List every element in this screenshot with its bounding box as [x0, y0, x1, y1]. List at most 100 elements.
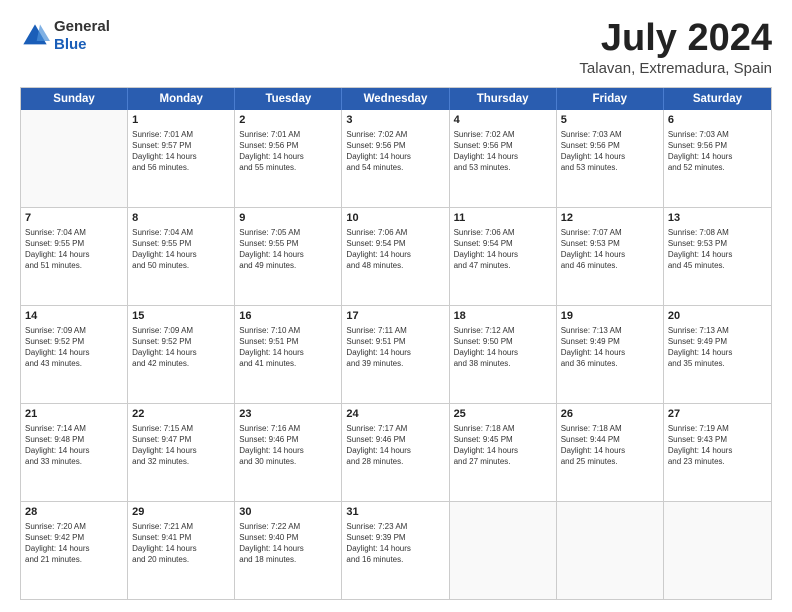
day-number: 18 — [454, 309, 552, 324]
calendar-cell: 13Sunrise: 7:08 AM Sunset: 9:53 PM Dayli… — [664, 208, 771, 305]
day-number: 9 — [239, 211, 337, 226]
cell-info: Sunrise: 7:23 AM Sunset: 9:39 PM Dayligh… — [346, 521, 444, 566]
calendar-cell: 6Sunrise: 7:03 AM Sunset: 9:56 PM Daylig… — [664, 110, 771, 207]
calendar-cell: 5Sunrise: 7:03 AM Sunset: 9:56 PM Daylig… — [557, 110, 664, 207]
cell-info: Sunrise: 7:17 AM Sunset: 9:46 PM Dayligh… — [346, 423, 444, 468]
calendar-cell: 11Sunrise: 7:06 AM Sunset: 9:54 PM Dayli… — [450, 208, 557, 305]
day-number: 20 — [668, 309, 767, 324]
calendar-cell: 3Sunrise: 7:02 AM Sunset: 9:56 PM Daylig… — [342, 110, 449, 207]
cell-info: Sunrise: 7:05 AM Sunset: 9:55 PM Dayligh… — [239, 227, 337, 272]
month-year: July 2024 — [579, 18, 772, 60]
title-block: July 2024 Talavan, Extremadura, Spain — [579, 18, 772, 77]
cell-info: Sunrise: 7:02 AM Sunset: 9:56 PM Dayligh… — [454, 129, 552, 174]
header: General Blue July 2024 Talavan, Extremad… — [20, 18, 772, 77]
cell-info: Sunrise: 7:08 AM Sunset: 9:53 PM Dayligh… — [668, 227, 767, 272]
cell-info: Sunrise: 7:06 AM Sunset: 9:54 PM Dayligh… — [454, 227, 552, 272]
calendar-cell: 31Sunrise: 7:23 AM Sunset: 9:39 PM Dayli… — [342, 502, 449, 599]
calendar-row: 21Sunrise: 7:14 AM Sunset: 9:48 PM Dayli… — [21, 404, 771, 502]
weekday-header: Saturday — [664, 88, 771, 110]
day-number: 7 — [25, 211, 123, 226]
day-number: 13 — [668, 211, 767, 226]
day-number: 28 — [25, 505, 123, 520]
calendar-cell — [21, 110, 128, 207]
calendar-cell: 23Sunrise: 7:16 AM Sunset: 9:46 PM Dayli… — [235, 404, 342, 501]
calendar-cell: 16Sunrise: 7:10 AM Sunset: 9:51 PM Dayli… — [235, 306, 342, 403]
calendar-cell: 14Sunrise: 7:09 AM Sunset: 9:52 PM Dayli… — [21, 306, 128, 403]
weekday-header: Thursday — [450, 88, 557, 110]
day-number: 25 — [454, 407, 552, 422]
calendar-cell: 27Sunrise: 7:19 AM Sunset: 9:43 PM Dayli… — [664, 404, 771, 501]
calendar-cell: 21Sunrise: 7:14 AM Sunset: 9:48 PM Dayli… — [21, 404, 128, 501]
day-number: 30 — [239, 505, 337, 520]
day-number: 4 — [454, 113, 552, 128]
logo-general: General — [54, 18, 110, 36]
day-number: 22 — [132, 407, 230, 422]
calendar-body: 1Sunrise: 7:01 AM Sunset: 9:57 PM Daylig… — [21, 110, 771, 599]
calendar-cell: 12Sunrise: 7:07 AM Sunset: 9:53 PM Dayli… — [557, 208, 664, 305]
day-number: 17 — [346, 309, 444, 324]
logo: General Blue — [20, 18, 110, 54]
cell-info: Sunrise: 7:03 AM Sunset: 9:56 PM Dayligh… — [561, 129, 659, 174]
calendar-cell: 29Sunrise: 7:21 AM Sunset: 9:41 PM Dayli… — [128, 502, 235, 599]
day-number: 21 — [25, 407, 123, 422]
cell-info: Sunrise: 7:01 AM Sunset: 9:57 PM Dayligh… — [132, 129, 230, 174]
calendar-cell — [664, 502, 771, 599]
calendar-row: 14Sunrise: 7:09 AM Sunset: 9:52 PM Dayli… — [21, 306, 771, 404]
calendar-row: 28Sunrise: 7:20 AM Sunset: 9:42 PM Dayli… — [21, 502, 771, 599]
page: General Blue July 2024 Talavan, Extremad… — [0, 0, 792, 612]
day-number: 11 — [454, 211, 552, 226]
cell-info: Sunrise: 7:10 AM Sunset: 9:51 PM Dayligh… — [239, 325, 337, 370]
cell-info: Sunrise: 7:18 AM Sunset: 9:45 PM Dayligh… — [454, 423, 552, 468]
cell-info: Sunrise: 7:20 AM Sunset: 9:42 PM Dayligh… — [25, 521, 123, 566]
calendar-cell: 28Sunrise: 7:20 AM Sunset: 9:42 PM Dayli… — [21, 502, 128, 599]
cell-info: Sunrise: 7:13 AM Sunset: 9:49 PM Dayligh… — [668, 325, 767, 370]
day-number: 14 — [25, 309, 123, 324]
calendar-cell: 2Sunrise: 7:01 AM Sunset: 9:56 PM Daylig… — [235, 110, 342, 207]
cell-info: Sunrise: 7:13 AM Sunset: 9:49 PM Dayligh… — [561, 325, 659, 370]
cell-info: Sunrise: 7:09 AM Sunset: 9:52 PM Dayligh… — [25, 325, 123, 370]
calendar-cell: 18Sunrise: 7:12 AM Sunset: 9:50 PM Dayli… — [450, 306, 557, 403]
calendar-row: 7Sunrise: 7:04 AM Sunset: 9:55 PM Daylig… — [21, 208, 771, 306]
calendar-cell: 9Sunrise: 7:05 AM Sunset: 9:55 PM Daylig… — [235, 208, 342, 305]
calendar-cell: 24Sunrise: 7:17 AM Sunset: 9:46 PM Dayli… — [342, 404, 449, 501]
cell-info: Sunrise: 7:01 AM Sunset: 9:56 PM Dayligh… — [239, 129, 337, 174]
calendar-cell: 25Sunrise: 7:18 AM Sunset: 9:45 PM Dayli… — [450, 404, 557, 501]
calendar: SundayMondayTuesdayWednesdayThursdayFrid… — [20, 87, 772, 600]
logo-icon — [20, 21, 50, 51]
calendar-row: 1Sunrise: 7:01 AM Sunset: 9:57 PM Daylig… — [21, 110, 771, 208]
cell-info: Sunrise: 7:02 AM Sunset: 9:56 PM Dayligh… — [346, 129, 444, 174]
day-number: 12 — [561, 211, 659, 226]
day-number: 5 — [561, 113, 659, 128]
cell-info: Sunrise: 7:04 AM Sunset: 9:55 PM Dayligh… — [25, 227, 123, 272]
cell-info: Sunrise: 7:16 AM Sunset: 9:46 PM Dayligh… — [239, 423, 337, 468]
calendar-cell: 1Sunrise: 7:01 AM Sunset: 9:57 PM Daylig… — [128, 110, 235, 207]
logo-blue: Blue — [54, 36, 110, 54]
cell-info: Sunrise: 7:07 AM Sunset: 9:53 PM Dayligh… — [561, 227, 659, 272]
calendar-header: SundayMondayTuesdayWednesdayThursdayFrid… — [21, 88, 771, 110]
cell-info: Sunrise: 7:18 AM Sunset: 9:44 PM Dayligh… — [561, 423, 659, 468]
cell-info: Sunrise: 7:15 AM Sunset: 9:47 PM Dayligh… — [132, 423, 230, 468]
day-number: 6 — [668, 113, 767, 128]
cell-info: Sunrise: 7:19 AM Sunset: 9:43 PM Dayligh… — [668, 423, 767, 468]
calendar-cell: 8Sunrise: 7:04 AM Sunset: 9:55 PM Daylig… — [128, 208, 235, 305]
weekday-header: Wednesday — [342, 88, 449, 110]
day-number: 3 — [346, 113, 444, 128]
cell-info: Sunrise: 7:14 AM Sunset: 9:48 PM Dayligh… — [25, 423, 123, 468]
calendar-cell: 19Sunrise: 7:13 AM Sunset: 9:49 PM Dayli… — [557, 306, 664, 403]
day-number: 10 — [346, 211, 444, 226]
day-number: 27 — [668, 407, 767, 422]
day-number: 23 — [239, 407, 337, 422]
cell-info: Sunrise: 7:22 AM Sunset: 9:40 PM Dayligh… — [239, 521, 337, 566]
calendar-cell: 17Sunrise: 7:11 AM Sunset: 9:51 PM Dayli… — [342, 306, 449, 403]
weekday-header: Tuesday — [235, 88, 342, 110]
calendar-cell: 20Sunrise: 7:13 AM Sunset: 9:49 PM Dayli… — [664, 306, 771, 403]
cell-info: Sunrise: 7:04 AM Sunset: 9:55 PM Dayligh… — [132, 227, 230, 272]
cell-info: Sunrise: 7:12 AM Sunset: 9:50 PM Dayligh… — [454, 325, 552, 370]
day-number: 19 — [561, 309, 659, 324]
calendar-cell: 22Sunrise: 7:15 AM Sunset: 9:47 PM Dayli… — [128, 404, 235, 501]
cell-info: Sunrise: 7:21 AM Sunset: 9:41 PM Dayligh… — [132, 521, 230, 566]
day-number: 31 — [346, 505, 444, 520]
day-number: 16 — [239, 309, 337, 324]
weekday-header: Sunday — [21, 88, 128, 110]
day-number: 26 — [561, 407, 659, 422]
